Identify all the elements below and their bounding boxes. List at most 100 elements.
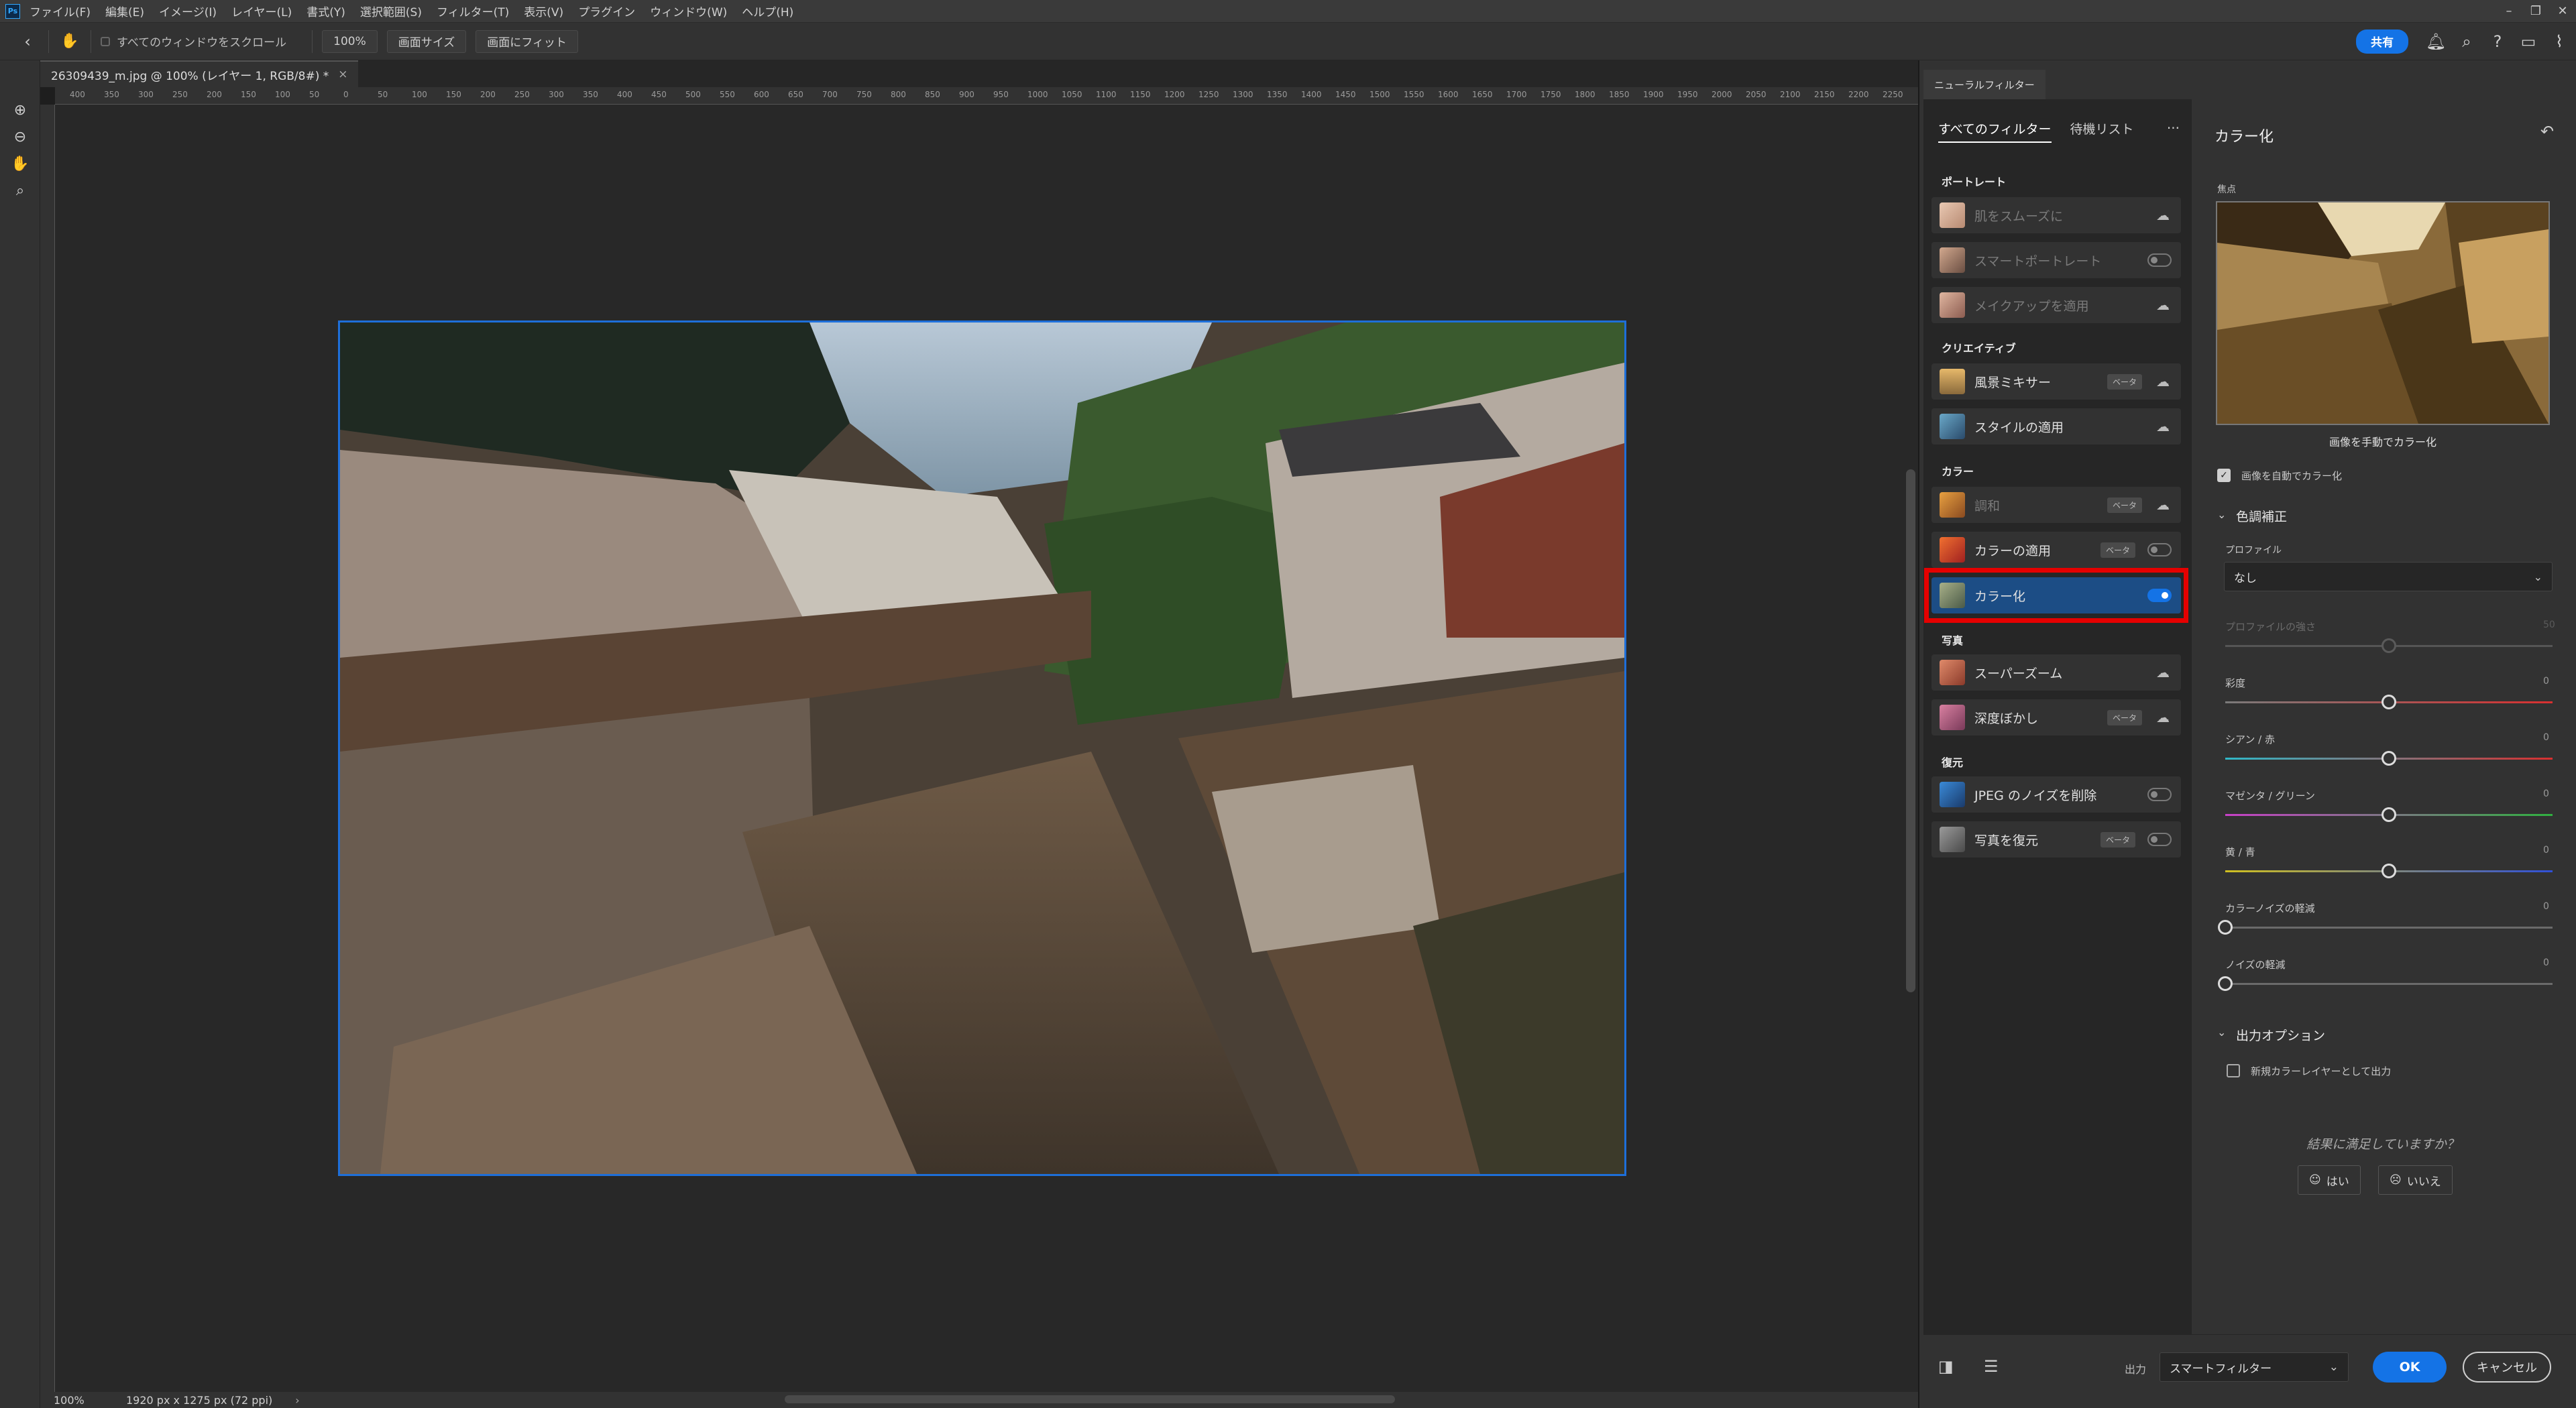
profile-dropdown[interactable]: なし ⌄ [2224, 562, 2553, 591]
slider-knob[interactable] [2218, 976, 2233, 991]
neural-filters-tab[interactable]: ニューラルフィルター [1923, 70, 2046, 99]
reset-icon[interactable]: ↶ [2540, 122, 2554, 141]
horizontal-scroll-thumb[interactable] [785, 1395, 1395, 1403]
slider-track[interactable] [2225, 983, 2553, 985]
ruler-tick-label: 150 [241, 90, 256, 99]
menu-edit[interactable]: 編集(E) [105, 3, 144, 19]
document-tab[interactable]: 26309439_m.jpg @ 100% (レイヤー 1, RGB/8#) *… [40, 60, 359, 87]
zoom-field[interactable]: 100% [322, 30, 378, 53]
scroll-all-checkbox[interactable] [101, 36, 110, 46]
cloud-download-icon[interactable]: ☁ [2154, 418, 2172, 435]
document-tab-bar: 26309439_m.jpg @ 100% (レイヤー 1, RGB/8#) *… [40, 60, 1918, 87]
ok-button[interactable]: OK [2373, 1352, 2447, 1383]
cloud-download-icon[interactable]: ☁ [2154, 709, 2172, 726]
slider-value: 0 [2543, 732, 2549, 743]
color-adjust-heading[interactable]: 色調補正 [2236, 507, 2287, 525]
filter-photo-restoration[interactable]: 写真を復元 ベータ [1931, 821, 2181, 858]
panel-menu-icon[interactable]: ⌇ [2548, 30, 2571, 53]
beta-badge: ベータ [2107, 497, 2142, 513]
ruler-tick-label: 200 [480, 90, 496, 99]
menu-view[interactable]: 表示(V) [524, 3, 563, 19]
status-zoom[interactable]: 100% [54, 1394, 107, 1407]
filter-super-zoom[interactable]: スーパーズーム ☁ [1931, 654, 2181, 691]
ruler-tick-label: 50 [309, 90, 320, 99]
vertical-scroll-thumb[interactable] [1906, 469, 1915, 992]
menu-select[interactable]: 選択範囲(S) [360, 3, 422, 19]
help-icon[interactable]: ? [2486, 30, 2509, 53]
more-options-icon[interactable]: ··· [2167, 120, 2180, 143]
minimize-icon[interactable]: – [2496, 4, 2522, 18]
menu-window[interactable]: ウィンドウ(W) [650, 3, 727, 19]
filter-skin-smoothing[interactable]: 肌をスムーズに ☁ [1931, 197, 2181, 233]
cloud-download-icon[interactable]: ☁ [2154, 496, 2172, 514]
screen-size-button[interactable]: 画面サイズ [386, 30, 467, 53]
colorized-street-photo [340, 322, 1624, 1174]
slider-knob[interactable] [2382, 807, 2396, 822]
menu-layer[interactable]: レイヤー(L) [231, 3, 292, 19]
menu-image[interactable]: イメージ(I) [159, 3, 217, 19]
chevron-down-icon: ⌄ [2533, 570, 2542, 583]
filter-depth-blur[interactable]: 深度ぼかし ベータ ☁ [1931, 699, 2181, 736]
filter-toggle[interactable] [2147, 253, 2172, 267]
document-image[interactable] [338, 320, 1626, 1176]
slider-knob[interactable] [2382, 864, 2396, 878]
output-dropdown[interactable]: スマートフィルター ⌄ [2160, 1352, 2349, 1382]
layers-icon[interactable]: ☰ [1984, 1357, 1999, 1376]
filter-landscape-mixer[interactable]: 風景ミキサー ベータ ☁ [1931, 363, 2181, 400]
hand-tool-icon[interactable]: ✋ [0, 150, 40, 177]
workspace-icon[interactable]: ▭ [2517, 30, 2540, 53]
menu-plugins[interactable]: プラグイン [578, 3, 635, 19]
menu-filter[interactable]: フィルター(T) [437, 3, 509, 19]
restore-icon[interactable]: ❐ [2522, 4, 2549, 18]
ruler-tick-label: 1400 [1301, 90, 1322, 99]
collapse-chevron-icon[interactable]: ⌄ [2217, 508, 2226, 521]
zoom-tool-icon[interactable]: ⌕ [0, 177, 40, 204]
cloud-download-icon[interactable]: ☁ [2154, 664, 2172, 681]
share-button[interactable]: 共有 [2356, 29, 2408, 54]
filter-makeup-transfer[interactable]: メイクアップを適用 ☁ [1931, 287, 2181, 323]
compare-view-icon[interactable]: ◨ [1938, 1357, 1954, 1376]
search-icon[interactable]: ⌕ [2455, 30, 2478, 53]
bell-icon[interactable]: 🔔︎ [2424, 30, 2447, 53]
slider-knob[interactable] [2382, 751, 2396, 766]
tab-all-filters[interactable]: すべてのフィルター [1938, 119, 2052, 143]
slider-knob[interactable] [2382, 638, 2396, 653]
cancel-button[interactable]: キャンセル [2463, 1352, 2551, 1383]
filter-toggle[interactable] [2147, 543, 2172, 556]
menu-type[interactable]: 書式(Y) [306, 3, 345, 19]
menu-file[interactable]: ファイル(F) [30, 3, 91, 19]
ruler-tick-label: 550 [720, 90, 735, 99]
close-window-icon[interactable]: ✕ [2549, 4, 2576, 18]
slider-track[interactable] [2225, 927, 2553, 929]
filter-toggle[interactable] [2147, 788, 2172, 801]
close-tab-icon[interactable]: × [338, 68, 347, 81]
focus-preview[interactable] [2216, 201, 2550, 425]
back-arrow-icon[interactable]: ‹ [16, 30, 39, 53]
slider-knob[interactable] [2218, 920, 2233, 935]
fit-screen-button[interactable]: 画面にフィット [475, 30, 578, 53]
zoom-in-icon[interactable]: ⊕ [0, 97, 40, 123]
new-layer-checkbox[interactable] [2227, 1064, 2240, 1077]
filter-jpeg-artifacts[interactable]: JPEG のノイズを削除 [1931, 776, 2181, 813]
collapse-chevron-icon[interactable]: ⌄ [2217, 1026, 2226, 1039]
cloud-download-icon[interactable]: ☁ [2154, 296, 2172, 314]
output-options-heading[interactable]: 出力オプション [2236, 1026, 2325, 1044]
menu-help[interactable]: ヘルプ(H) [742, 3, 793, 19]
feedback-no-button[interactable]: ☹ いいえ [2378, 1165, 2453, 1195]
slider-knob[interactable] [2382, 695, 2396, 709]
feedback-yes-button[interactable]: ☺ はい [2298, 1165, 2361, 1195]
filter-toggle[interactable] [2147, 833, 2172, 846]
status-expand-icon[interactable]: › [295, 1394, 299, 1407]
filter-harmonization[interactable]: 調和 ベータ ☁ [1931, 487, 2181, 523]
ruler-tick-label: 2100 [1780, 90, 1801, 99]
cloud-download-icon[interactable]: ☁ [2154, 207, 2172, 224]
filter-color-transfer[interactable]: カラーの適用 ベータ [1931, 532, 2181, 568]
tab-waitlist[interactable]: 待機リスト [2070, 119, 2134, 143]
auto-colorize-checkbox[interactable]: ✓ [2217, 469, 2231, 482]
slider-value: 0 [2543, 676, 2549, 687]
cloud-download-icon[interactable]: ☁ [2154, 373, 2172, 390]
hand-tool-icon[interactable]: ✋ [58, 30, 81, 53]
filter-style-transfer[interactable]: スタイルの適用 ☁ [1931, 408, 2181, 445]
zoom-out-icon[interactable]: ⊖ [0, 123, 40, 150]
filter-smart-portrait[interactable]: スマートポートレート [1931, 242, 2181, 278]
